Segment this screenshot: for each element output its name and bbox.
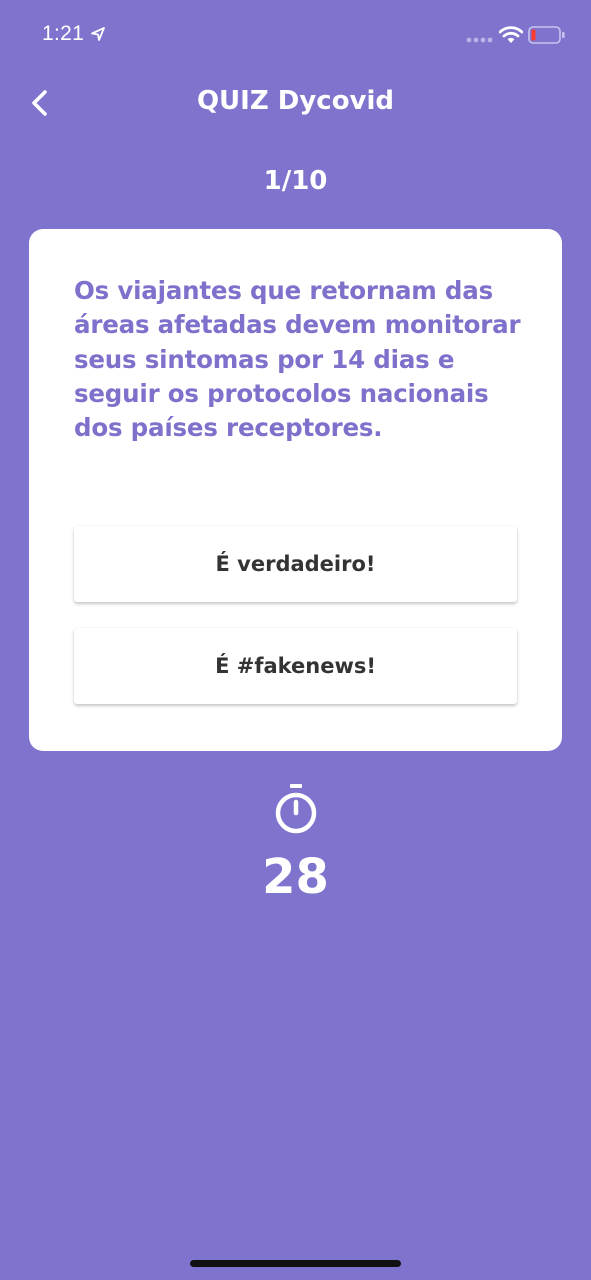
question-progress: 1/10 bbox=[263, 166, 328, 196]
home-indicator[interactable] bbox=[190, 1260, 401, 1267]
answer-fakenews-button[interactable]: É #fakenews! bbox=[74, 628, 517, 704]
location-icon bbox=[91, 27, 105, 41]
question-text: Os viajantes que retornam das áreas afet… bbox=[74, 276, 521, 443]
timer-countdown: 28 bbox=[262, 849, 329, 905]
wifi-icon bbox=[499, 26, 523, 43]
stopwatch-icon bbox=[275, 784, 317, 834]
battery-icon bbox=[528, 26, 565, 44]
status-time: 1:21 bbox=[42, 22, 85, 45]
question-card: Os viajantes que retornam das áreas afet… bbox=[29, 229, 562, 751]
answer-true-button[interactable]: É verdadeiro! bbox=[74, 526, 517, 602]
status-bar: 1:21 bbox=[0, 0, 591, 70]
signal-icon bbox=[466, 37, 493, 43]
page-title: QUIZ Dycovid bbox=[196, 86, 395, 116]
